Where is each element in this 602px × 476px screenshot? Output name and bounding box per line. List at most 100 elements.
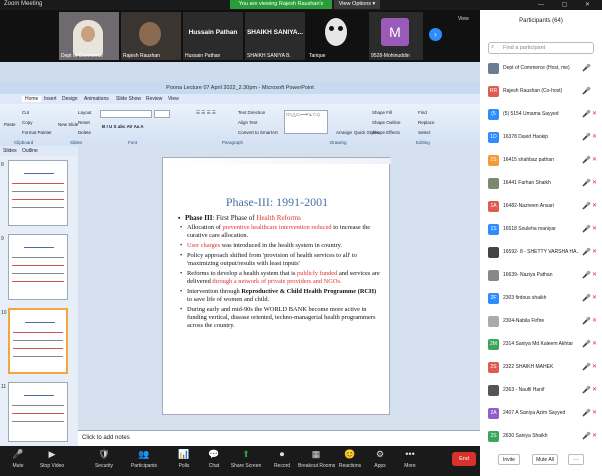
video-off-icon[interactable]: ✕ xyxy=(592,271,597,278)
next-page-button[interactable]: › xyxy=(429,28,442,41)
toolbar-share-screen-button[interactable]: ⬆ Share Screen xyxy=(228,448,264,469)
text-direction-button[interactable]: Text Direction xyxy=(238,110,265,115)
cut-button[interactable]: Cut xyxy=(22,110,29,115)
video-off-icon[interactable]: ✕ xyxy=(592,202,597,209)
video-off-icon[interactable]: ✕ xyxy=(592,386,597,393)
notes-pane[interactable]: Click to add notes xyxy=(78,430,480,446)
align-text-button[interactable]: Align Text xyxy=(238,120,257,125)
font-size-select[interactable] xyxy=(154,110,170,118)
mic-icon[interactable]: 🎤 xyxy=(582,317,591,325)
mic-icon[interactable]: 🎤 xyxy=(582,432,591,440)
slide-thumbnail[interactable] xyxy=(8,382,68,442)
tab-home[interactable]: Home xyxy=(22,96,42,102)
toolbar-mute-button[interactable]: 🎤 Mute xyxy=(0,448,36,469)
participant-search-input[interactable]: Find a participant xyxy=(488,42,594,54)
font-name-select[interactable] xyxy=(100,110,152,118)
mic-icon[interactable]: 🎤 xyxy=(582,202,591,210)
layout-button[interactable]: Layout xyxy=(78,110,92,115)
toolbar-breakout-rooms-button[interactable]: ▦ Breakout Rooms xyxy=(298,448,335,469)
end-meeting-button[interactable]: End xyxy=(452,452,476,466)
video-off-icon[interactable]: ✕ xyxy=(592,225,597,232)
video-off-icon[interactable]: ✕ xyxy=(592,294,597,301)
mic-icon[interactable]: 🎤 xyxy=(582,133,591,141)
participant-row[interactable]: 1S 16518 Souleha maniyar 🎤 ✕ xyxy=(484,223,600,237)
video-off-icon[interactable]: ✕ xyxy=(592,340,597,347)
video-off-icon[interactable]: ✕ xyxy=(592,317,597,324)
mic-icon[interactable]: 🎤 xyxy=(582,110,591,118)
invite-button[interactable]: Invite xyxy=(498,454,520,465)
more-options-button[interactable]: ··· xyxy=(568,454,584,465)
copy-button[interactable]: Copy xyxy=(22,120,33,125)
mute-all-button[interactable]: Mute All xyxy=(532,454,558,465)
participant-row[interactable]: 1S 16415 shahbaz pathan 🎤 ✕ xyxy=(484,154,600,168)
toolbar-more-button[interactable]: ••• More xyxy=(392,448,428,469)
reset-button[interactable]: Reset xyxy=(78,120,90,125)
shapes-gallery[interactable]: □○△▭⟶↘☆◇ xyxy=(284,110,328,134)
mic-icon[interactable]: 🎤 xyxy=(582,271,591,279)
toolbar-stop-video-button[interactable]: ▶ Stop Video xyxy=(34,448,70,469)
mic-icon[interactable]: 🎤 xyxy=(582,386,591,394)
participant-row[interactable]: 2F 2303 firdous shaikh 🎤 ✕ xyxy=(484,292,600,306)
new-slide-button[interactable]: New Slide xyxy=(58,122,78,127)
select-button[interactable]: Select xyxy=(418,130,431,135)
tab-slides[interactable]: Slides xyxy=(3,148,17,154)
video-off-icon[interactable]: ✕ xyxy=(592,156,597,163)
convert-smartart-button[interactable]: Convert to SmartArt xyxy=(238,130,278,135)
view-button[interactable]: View xyxy=(458,16,469,22)
participant-row[interactable]: 1A 16482-Nazneen Ansari 🎤 ✕ xyxy=(484,200,600,214)
tab-review[interactable]: Review xyxy=(146,96,162,102)
replace-button[interactable]: Replace xyxy=(418,120,435,125)
paste-button[interactable]: Paste xyxy=(4,122,16,127)
participant-row[interactable]: 16592- 8 - SHETTY VARSHA HA... 🎤 ✕ xyxy=(484,246,600,260)
tab-design[interactable]: Design xyxy=(62,96,78,102)
toolbar-participants-button[interactable]: 👥 Participants xyxy=(126,448,162,469)
participant-row[interactable]: RR Rajesh Raushan (Co-host) 🎤 xyxy=(484,85,600,99)
participant-row[interactable]: (5 (5) 5154 Umama Sayyed 🎤 ✕ xyxy=(484,108,600,122)
find-button[interactable]: Find xyxy=(418,110,427,115)
video-tile[interactable]: Rajesh Raushan xyxy=(121,12,181,60)
video-off-icon[interactable]: ✕ xyxy=(592,432,597,439)
font-format-buttons[interactable]: B I U S abc AV Aa A xyxy=(102,124,144,129)
shape-effects-button[interactable]: Shape Effects xyxy=(372,130,400,135)
slide-thumbnail[interactable] xyxy=(8,160,68,226)
participant-row[interactable]: 2S 2630 Saniya Shaikh 🎤 ✕ xyxy=(484,430,600,444)
video-off-icon[interactable]: ✕ xyxy=(592,409,597,416)
participant-row[interactable]: 2M 2314 Saniya Md Kaleem Akhtar 🎤 ✕ xyxy=(484,338,600,352)
mic-icon[interactable]: 🎤 xyxy=(582,156,591,164)
toolbar-chat-button[interactable]: 💬 Chat xyxy=(196,448,232,469)
toolbar-security-button[interactable]: 🛡 Security xyxy=(86,448,122,469)
mic-icon[interactable]: 🎤 xyxy=(582,294,591,302)
format-painter-button[interactable]: Format Painter xyxy=(22,130,52,135)
mic-icon[interactable]: 🎤 xyxy=(582,64,591,72)
tab-insert[interactable]: Insert xyxy=(44,96,57,102)
video-tile[interactable]: Dept of Commerce xyxy=(59,12,119,60)
video-off-icon[interactable]: ✕ xyxy=(592,110,597,117)
paragraph-buttons[interactable]: ☰ ☰ ☰ ☰ xyxy=(196,110,216,116)
mic-icon[interactable]: 🎤 xyxy=(582,248,591,256)
mic-icon[interactable]: 🎤 xyxy=(582,363,591,371)
video-tile[interactable]: Hussain Pathan Hussain Pathan xyxy=(183,12,243,60)
participant-row[interactable]: 16441 Farhan Shaikh 🎤 ✕ xyxy=(484,177,600,191)
slide[interactable]: Phase-III: 1991-2001 Phase III: First Ph… xyxy=(162,157,391,415)
arrange-button[interactable]: Arrange xyxy=(336,130,352,135)
video-tile[interactable]: Tarique xyxy=(307,12,367,60)
slide-thumbnail-selected[interactable] xyxy=(8,308,68,374)
participant-row[interactable]: 16639- Naziya Pathan 🎤 ✕ xyxy=(484,269,600,283)
window-controls[interactable]: — ▢ ✕ xyxy=(538,1,598,8)
participant-row[interactable]: 2S 2322 SHAIKH MAHEK 🎤 ✕ xyxy=(484,361,600,375)
tab-slide-show[interactable]: Slide Show xyxy=(116,96,141,102)
mic-icon[interactable]: 🎤 xyxy=(582,409,591,417)
tab-view[interactable]: View xyxy=(168,96,179,102)
participant-row[interactable]: 1D 16378 David Haokip 🎤 ✕ xyxy=(484,131,600,145)
participant-row[interactable]: 2304-Nabila Firfire 🎤 ✕ xyxy=(484,315,600,329)
toolbar-record-button[interactable]: ⏺ Record xyxy=(264,448,300,469)
mic-icon[interactable]: 🎤 xyxy=(582,225,591,233)
participant-row[interactable]: 2363 - Naufil Hanif 🎤 ✕ xyxy=(484,384,600,398)
participant-row[interactable]: 2A 2407 A Saniya Azim Sayyed 🎤 ✕ xyxy=(484,407,600,421)
tab-animations[interactable]: Animations xyxy=(84,96,109,102)
shape-outline-button[interactable]: Shape Outline xyxy=(372,120,401,125)
video-off-icon[interactable]: ✕ xyxy=(592,363,597,370)
mic-icon[interactable]: 🎤 xyxy=(582,87,591,95)
slide-thumbnail[interactable] xyxy=(8,234,68,300)
view-options-button[interactable]: View Options ▾ xyxy=(334,0,380,9)
